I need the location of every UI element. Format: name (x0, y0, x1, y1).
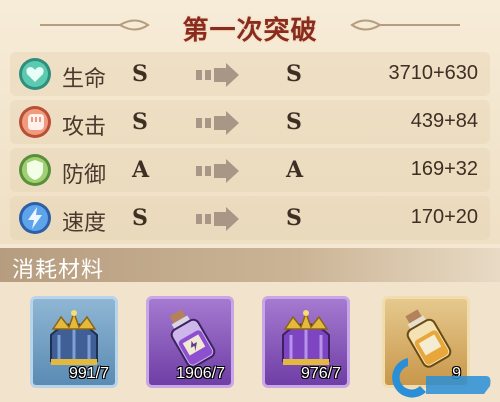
grade-before: S (132, 109, 148, 135)
stat-row-hp: 生命 S S 3710+630 (10, 52, 490, 96)
stat-value: 170+20 (410, 206, 478, 228)
stat-value: 169+32 (410, 158, 478, 180)
material-slot-purple-crown[interactable]: 976/7 (262, 296, 350, 388)
lightning-icon (19, 202, 51, 234)
grade-after: S (286, 61, 302, 87)
purple-crown-icon (282, 310, 330, 365)
grade-before: S (132, 61, 148, 87)
material-slot-blue-crown[interactable]: 991/7 (30, 296, 118, 388)
grade-after: S (286, 205, 302, 231)
grade-after: S (286, 109, 302, 135)
arrow-right-icon (196, 159, 239, 183)
materials-header: 消耗材料 (0, 248, 500, 283)
grade-before: S (132, 205, 148, 231)
stat-label: 生命 (62, 67, 107, 92)
title-bar: 第一次突破 (0, 4, 500, 46)
stat-row-defense: 防御 A A 169+32 (10, 148, 490, 192)
arrow-right-icon (196, 207, 239, 231)
shield-icon (19, 154, 51, 186)
material-count: 976/7 (300, 365, 341, 382)
watermark-logo (392, 358, 491, 398)
arrow-right-icon (196, 111, 239, 135)
material-count: 991/7 (68, 365, 109, 382)
fist-icon (19, 106, 51, 138)
stat-label: 速度 (62, 211, 107, 236)
materials-title: 消耗材料 (12, 258, 105, 283)
purple-potion-icon (169, 309, 216, 368)
stat-label: 防御 (62, 163, 107, 188)
material-slot-purple-potion[interactable]: 1906/7 (146, 296, 234, 388)
stat-row-speed: 速度 S S 170+20 (10, 196, 490, 240)
title-ornament-right (350, 19, 460, 31)
stat-row-attack: 攻击 S S 439+84 (10, 100, 490, 144)
arrow-right-icon (196, 63, 239, 87)
material-count: 1906/7 (176, 365, 225, 382)
stat-value: 439+84 (410, 110, 478, 132)
stat-label: 攻击 (62, 115, 107, 140)
grade-before: A (132, 157, 150, 183)
grade-after: A (286, 157, 304, 183)
stat-value: 3710+630 (388, 62, 478, 84)
blue-crown-icon (50, 310, 98, 365)
breakthrough-panel: 第一次突破 生命 S S 3710+630 攻击 S S 439+84 防御 A… (0, 0, 500, 244)
heart-icon (19, 58, 51, 90)
